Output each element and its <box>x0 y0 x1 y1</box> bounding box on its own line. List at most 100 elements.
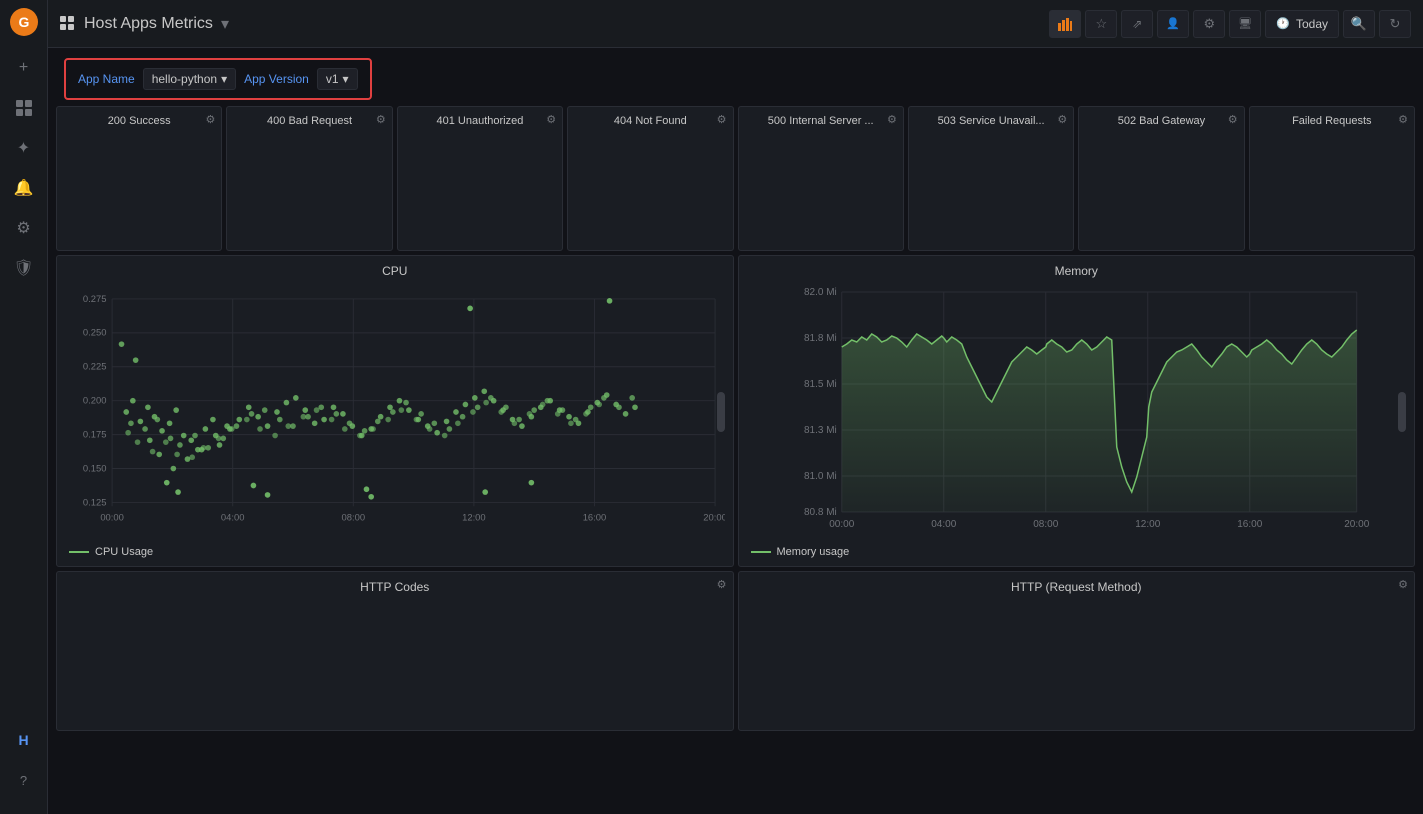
app-name-value: hello-python <box>152 72 217 86</box>
memory-legend-label: Memory usage <box>777 546 850 558</box>
dropdown-arrow-version: ▾ <box>343 72 349 86</box>
share-button[interactable]: ⇗ <box>1121 10 1153 38</box>
svg-text:0.225: 0.225 <box>83 361 107 372</box>
cpu-scrollbar[interactable] <box>717 282 725 542</box>
panel-gear-503[interactable]: ⚙ <box>1057 113 1067 126</box>
http-codes-gear-icon[interactable]: ⚙ <box>717 578 727 591</box>
monitor-button[interactable]: 🖥 <box>1229 10 1261 38</box>
app-name-dropdown[interactable]: hello-python ▾ <box>143 68 236 90</box>
panel-gear-failed[interactable]: ⚙ <box>1398 113 1408 126</box>
dashboards-icon[interactable] <box>6 90 42 126</box>
filter-bar: App Name hello-python ▾ App Version v1 ▾ <box>64 58 372 100</box>
dropdown-arrow-appname: ▾ <box>221 72 227 86</box>
app-name-label: App Name <box>78 72 135 86</box>
time-range-button[interactable]: 🕐 Today <box>1265 10 1339 38</box>
svg-text:12:00: 12:00 <box>1135 519 1160 530</box>
memory-scrollbar[interactable] <box>1398 282 1406 542</box>
today-label: Today <box>1296 17 1328 31</box>
main-content: Host Apps Metrics ▾ ☆ ⇗ 👤 ⚙ 🖥 🕐 Today 🔍 … <box>48 0 1423 814</box>
explore-icon[interactable]: ✦ <box>6 130 42 166</box>
panel-503-unavailable: ⚙ 503 Service Unavail... <box>908 106 1074 251</box>
svg-text:82.0 Mi: 82.0 Mi <box>803 287 836 298</box>
svg-text:16:00: 16:00 <box>583 511 607 522</box>
topbar: Host Apps Metrics ▾ ☆ ⇗ 👤 ⚙ 🖥 🕐 Today 🔍 … <box>48 0 1423 48</box>
panel-title-200: 200 Success <box>108 115 171 127</box>
svg-text:81.5 Mi: 81.5 Mi <box>803 379 836 390</box>
svg-text:12:00: 12:00 <box>462 511 486 522</box>
app-version-value: v1 <box>326 72 339 86</box>
panel-title-404: 404 Not Found <box>614 115 687 127</box>
cpu-chart-panel: CPU <box>56 255 734 567</box>
svg-text:81.0 Mi: 81.0 Mi <box>803 471 836 482</box>
memory-chart-title: Memory <box>747 264 1407 278</box>
add-panel-icon[interactable]: + <box>6 50 42 86</box>
chart-bar-button[interactable] <box>1049 10 1081 38</box>
cpu-chart-area: 0.275 0.250 0.225 0.200 0.175 0.150 0.12… <box>65 282 725 542</box>
grid-icon <box>60 16 76 32</box>
panel-title-500: 500 Internal Server ... <box>768 115 874 127</box>
charts-row: CPU <box>56 255 1415 567</box>
filter-bar-container: App Name hello-python ▾ App Version v1 ▾ <box>48 48 1423 106</box>
panel-gear-401[interactable]: ⚙ <box>546 113 556 126</box>
cpu-scatter-chart: 0.275 0.250 0.225 0.200 0.175 0.150 0.12… <box>65 282 725 542</box>
svg-text:16:00: 16:00 <box>1237 519 1262 530</box>
sidebar-bottom: H ? <box>6 720 42 808</box>
cpu-chart-title: CPU <box>65 264 725 278</box>
title-dropdown-arrow[interactable]: ▾ <box>221 14 229 34</box>
dashboard-title: Host Apps Metrics <box>84 15 213 33</box>
panel-title-401: 401 Unauthorized <box>437 115 524 127</box>
panel-title-502: 502 Bad Gateway <box>1118 115 1205 127</box>
panel-gear-502[interactable]: ⚙ <box>1228 113 1238 126</box>
svg-text:00:00: 00:00 <box>100 511 124 522</box>
panel-gear-500[interactable]: ⚙ <box>887 113 897 126</box>
hafh-plugin-icon[interactable]: H <box>6 722 42 758</box>
help-icon[interactable]: ? <box>6 762 42 798</box>
svg-text:81.3 Mi: 81.3 Mi <box>803 425 836 436</box>
panel-gear-404[interactable]: ⚙ <box>717 113 727 126</box>
panel-200-success: ⚙ 200 Success <box>56 106 222 251</box>
panel-title-503: 503 Service Unavail... <box>938 115 1045 127</box>
refresh-button[interactable]: ↻ <box>1379 10 1411 38</box>
memory-line-chart: 82.0 Mi 81.8 Mi 81.5 Mi 81.3 Mi 81.0 Mi … <box>747 282 1407 542</box>
cpu-legend-label: CPU Usage <box>95 546 153 558</box>
configuration-icon[interactable]: ⚙ <box>6 210 42 246</box>
clock-icon: 🕐 <box>1276 17 1290 30</box>
alerting-icon[interactable]: 🔔 <box>6 170 42 206</box>
svg-text:0.250: 0.250 <box>83 327 107 338</box>
memory-chart-area: 82.0 Mi 81.8 Mi 81.5 Mi 81.3 Mi 81.0 Mi … <box>747 282 1407 542</box>
panel-401-unauthorized: ⚙ 401 Unauthorized <box>397 106 563 251</box>
cpu-legend-line <box>69 551 89 553</box>
view-button[interactable]: 👤 <box>1157 10 1189 38</box>
svg-text:04:00: 04:00 <box>221 511 245 522</box>
memory-legend: Memory usage <box>747 546 1407 558</box>
app-logo[interactable]: G <box>8 6 40 38</box>
bottom-panels-row: ⚙ HTTP Codes ⚙ HTTP (Request Method) <box>56 571 1415 731</box>
http-method-title: HTTP (Request Method) <box>747 580 1407 594</box>
http-method-panel: ⚙ HTTP (Request Method) <box>738 571 1416 731</box>
svg-text:0.175: 0.175 <box>83 428 107 439</box>
svg-text:0.200: 0.200 <box>83 395 107 406</box>
app-version-dropdown[interactable]: v1 ▾ <box>317 68 358 90</box>
star-button[interactable]: ☆ <box>1085 10 1117 38</box>
cpu-legend: CPU Usage <box>65 546 725 558</box>
search-button[interactable]: 🔍 <box>1343 10 1375 38</box>
panel-400-bad-request: ⚙ 400 Bad Request <box>226 106 392 251</box>
panel-gear-200[interactable]: ⚙ <box>206 113 216 126</box>
dashboard-title-area: Host Apps Metrics ▾ <box>60 14 229 34</box>
app-version-label: App Version <box>244 72 309 86</box>
svg-text:0.275: 0.275 <box>83 293 107 304</box>
svg-text:20:00: 20:00 <box>1344 519 1369 530</box>
panel-gear-400[interactable]: ⚙ <box>376 113 386 126</box>
svg-text:04:00: 04:00 <box>931 519 956 530</box>
panel-failed-requests: ⚙ Failed Requests <box>1249 106 1415 251</box>
server-admin-icon[interactable]: 🛡 <box>6 250 42 286</box>
http-codes-title: HTTP Codes <box>65 580 725 594</box>
http-method-gear-icon[interactable]: ⚙ <box>1398 578 1408 591</box>
status-panels-row: ⚙ 200 Success ⚙ 400 Bad Request ⚙ 401 Un… <box>56 106 1415 251</box>
svg-text:08:00: 08:00 <box>342 511 366 522</box>
svg-text:80.8 Mi: 80.8 Mi <box>803 507 836 518</box>
svg-text:0.150: 0.150 <box>83 462 107 473</box>
dashboard-content: ⚙ 200 Success ⚙ 400 Bad Request ⚙ 401 Un… <box>48 106 1423 814</box>
settings-button[interactable]: ⚙ <box>1193 10 1225 38</box>
svg-text:G: G <box>18 14 29 30</box>
